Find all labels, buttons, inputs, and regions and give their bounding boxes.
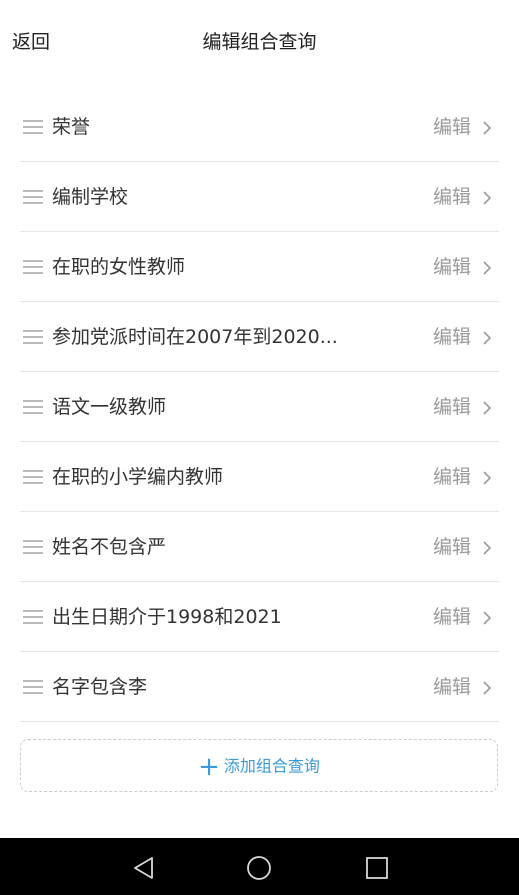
add-query-label: 添加组合查询: [223, 756, 320, 776]
edit-button[interactable]: 编辑: [433, 114, 471, 140]
item-label: 姓名不包含严: [52, 536, 167, 558]
plus-icon: +: [198, 751, 220, 782]
list-item[interactable]: 编制学校 编辑: [0, 162, 519, 232]
item-label: 编制学校: [52, 186, 129, 208]
item-label: 在职的小学编内教师: [52, 466, 224, 488]
chevron-right-icon[interactable]: [480, 401, 494, 415]
list-item[interactable]: 姓名不包含严 编辑: [0, 512, 519, 582]
chevron-right-icon[interactable]: [480, 541, 494, 555]
recents-square-icon[interactable]: [364, 855, 390, 881]
add-query-button[interactable]: + 添加组合查询: [20, 739, 498, 792]
list-item[interactable]: 在职的女性教师 编辑: [0, 232, 519, 302]
chevron-right-icon[interactable]: [480, 121, 494, 135]
divider: [20, 721, 499, 722]
item-label: 名字包含李: [52, 676, 148, 698]
list-item[interactable]: 名字包含李 编辑: [0, 652, 519, 722]
drag-handle-icon[interactable]: [23, 330, 43, 344]
query-list: 荣誉 编辑 编制学校 编辑 在职的女性教师 编辑 参加党派时间在2007年到20…: [0, 92, 519, 722]
screen: 返回 编辑组合查询 荣誉 编辑 编制学校 编辑 在职的女性教师 编辑 参加党派时…: [0, 0, 519, 895]
edit-button[interactable]: 编辑: [433, 394, 471, 420]
chevron-right-icon[interactable]: [480, 261, 494, 275]
back-triangle-icon[interactable]: [131, 855, 157, 881]
drag-handle-icon[interactable]: [23, 120, 43, 134]
drag-handle-icon[interactable]: [23, 680, 43, 694]
edit-button[interactable]: 编辑: [433, 604, 471, 630]
edit-button[interactable]: 编辑: [433, 674, 471, 700]
item-label: 参加党派时间在2007年到2020...: [52, 326, 338, 348]
page-title: 编辑组合查询: [202, 31, 317, 53]
add-query-content: + 添加组合查询: [21, 752, 497, 781]
list-item[interactable]: 在职的小学编内教师 编辑: [0, 442, 519, 512]
list-item[interactable]: 出生日期介于1998和2021 编辑: [0, 582, 519, 652]
chevron-right-icon[interactable]: [480, 331, 494, 345]
item-label: 在职的女性教师: [52, 256, 186, 278]
list-item[interactable]: 荣誉 编辑: [0, 92, 519, 162]
edit-button[interactable]: 编辑: [433, 184, 471, 210]
edit-button[interactable]: 编辑: [433, 324, 471, 350]
edit-button[interactable]: 编辑: [433, 254, 471, 280]
drag-handle-icon[interactable]: [23, 260, 43, 274]
list-item[interactable]: 语文一级教师 编辑: [0, 372, 519, 442]
drag-handle-icon[interactable]: [23, 610, 43, 624]
item-label: 出生日期介于1998和2021: [52, 606, 282, 628]
edit-button[interactable]: 编辑: [433, 464, 471, 490]
drag-handle-icon[interactable]: [23, 470, 43, 484]
chevron-right-icon[interactable]: [480, 611, 494, 625]
drag-handle-icon[interactable]: [23, 540, 43, 554]
drag-handle-icon[interactable]: [23, 400, 43, 414]
item-label: 语文一级教师: [52, 396, 167, 418]
system-nav-bar: [0, 838, 519, 895]
drag-handle-icon[interactable]: [23, 190, 43, 204]
chevron-right-icon[interactable]: [480, 191, 494, 205]
chevron-right-icon[interactable]: [480, 681, 494, 695]
header: 返回 编辑组合查询: [0, 0, 519, 84]
list-item[interactable]: 参加党派时间在2007年到2020... 编辑: [0, 302, 519, 372]
edit-button[interactable]: 编辑: [433, 534, 471, 560]
chevron-right-icon[interactable]: [480, 471, 494, 485]
item-label: 荣誉: [52, 116, 91, 138]
home-circle-icon[interactable]: [246, 855, 272, 881]
